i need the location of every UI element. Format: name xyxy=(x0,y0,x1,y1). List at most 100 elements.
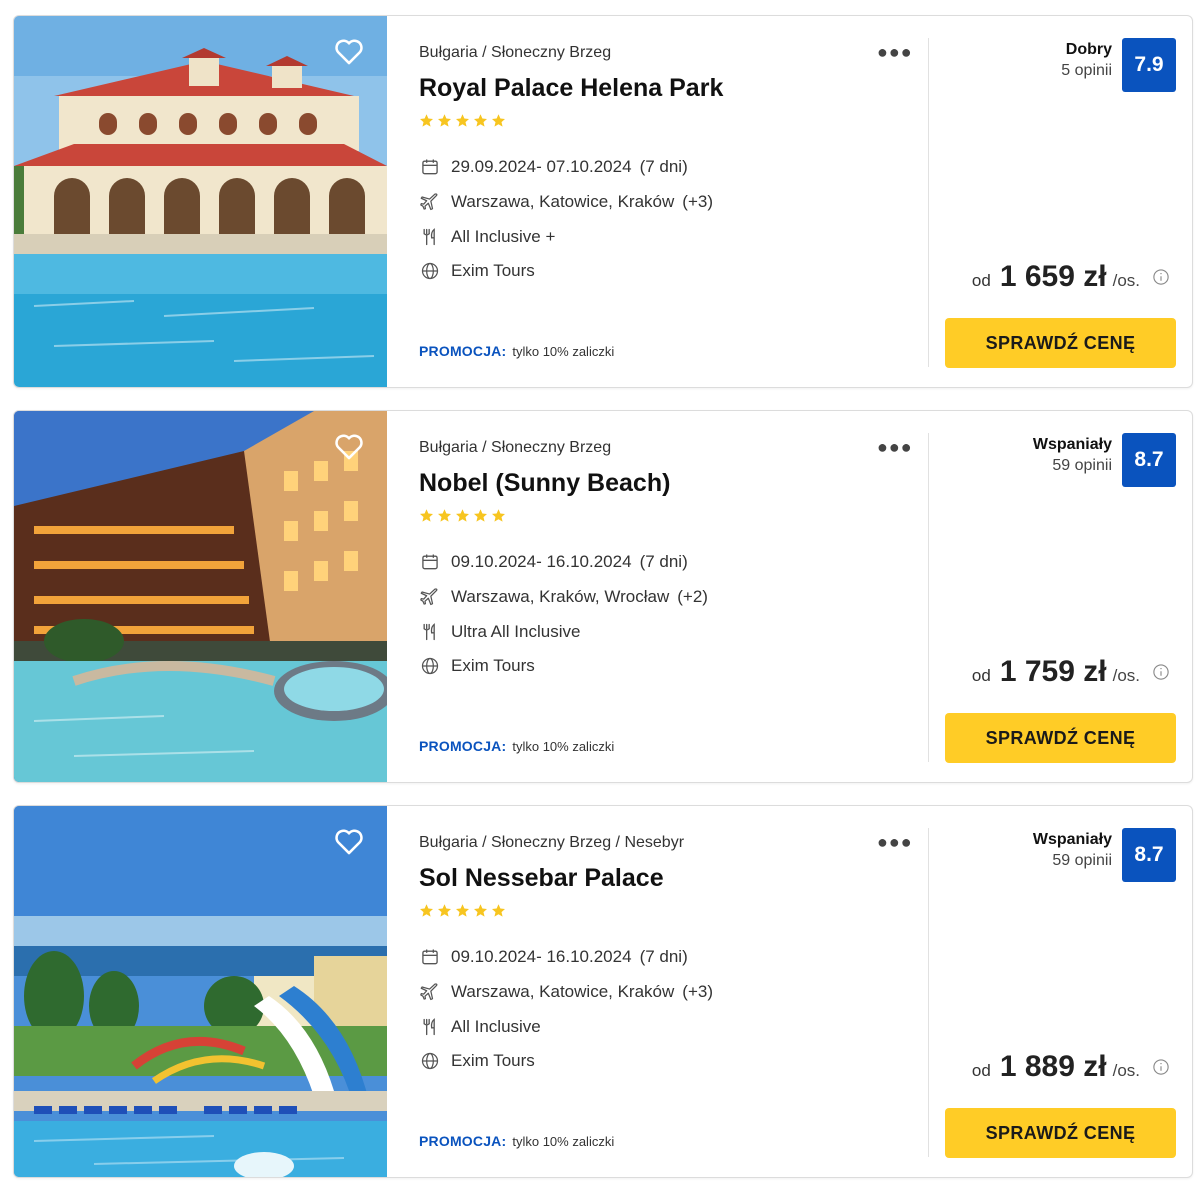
promo-text: tylko 10% zaliczki xyxy=(512,344,615,359)
more-dots-icon[interactable]: ●●● xyxy=(877,832,913,853)
star-icon xyxy=(474,509,487,522)
dates-text: 29.09.2024- 07.10.2024 xyxy=(451,157,632,177)
duration-text: (7 dni) xyxy=(639,157,688,177)
promo-text: tylko 10% zaliczki xyxy=(512,1134,615,1149)
board-row: All Inclusive xyxy=(419,1009,713,1044)
star-icon xyxy=(456,114,469,127)
star-rating xyxy=(419,903,506,918)
price-prefix: od xyxy=(971,271,991,290)
review-rating[interactable]: Wspaniały 59 opinii 8.7 xyxy=(1033,828,1176,882)
info-icon[interactable] xyxy=(1152,268,1170,286)
plane-icon xyxy=(419,586,441,608)
star-icon xyxy=(456,904,469,917)
hotel-photo[interactable] xyxy=(14,806,387,1177)
review-count[interactable]: 59 opinii xyxy=(1033,852,1112,870)
offer-info: Bułgaria / Słoneczny Brzeg ●●● Nobel (Su… xyxy=(419,411,919,782)
promo-label: PROMOCJA: xyxy=(419,1133,507,1149)
review-rating[interactable]: Dobry 5 opinii 7.9 xyxy=(1061,38,1176,92)
rating-word: Wspaniały xyxy=(1032,436,1112,453)
heart-icon[interactable] xyxy=(332,429,366,463)
check-price-button[interactable]: SPRAWDŹ CENĘ xyxy=(945,713,1176,763)
departures-row: Warszawa, Kraków, Wrocław (+2) xyxy=(419,580,708,615)
duration-text: (7 dni) xyxy=(639,947,688,967)
star-icon xyxy=(492,114,505,127)
globe-icon xyxy=(419,260,441,282)
more-dots-icon[interactable]: ●●● xyxy=(877,437,913,458)
cutlery-icon xyxy=(419,1016,441,1038)
operator-text: Exim Tours xyxy=(451,656,535,676)
departures-text: Warszawa, Katowice, Kraków xyxy=(451,982,675,1002)
star-icon xyxy=(438,114,451,127)
board-text: Ultra All Inclusive xyxy=(451,621,581,641)
dates-row: 09.10.2024- 16.10.2024 (7 dni) xyxy=(419,545,708,580)
divider xyxy=(928,38,929,367)
rating-score-badge: 7.9 xyxy=(1122,38,1176,92)
board-row: Ultra All Inclusive xyxy=(419,614,708,649)
calendar-icon xyxy=(419,551,441,573)
offer-info: Bułgaria / Słoneczny Brzeg ●●● Royal Pal… xyxy=(419,16,919,387)
plane-icon xyxy=(419,191,441,213)
info-icon[interactable] xyxy=(1152,1058,1170,1076)
price-prefix: od xyxy=(971,666,991,685)
heart-icon[interactable] xyxy=(332,824,366,858)
offer-card[interactable]: Bułgaria / Słoneczny Brzeg ●●● Royal Pal… xyxy=(13,15,1193,388)
calendar-icon xyxy=(419,946,441,968)
info-icon[interactable] xyxy=(1152,663,1170,681)
promo-label: PROMOCJA: xyxy=(419,738,507,754)
location-breadcrumb[interactable]: Bułgaria / Słoneczny Brzeg / Nesebyr xyxy=(419,834,684,852)
location-breadcrumb[interactable]: Bułgaria / Słoneczny Brzeg xyxy=(419,44,611,62)
hotel-name[interactable]: Sol Nessebar Palace xyxy=(419,864,664,893)
review-count[interactable]: 59 opinii xyxy=(1033,457,1112,475)
promo-note: PROMOCJA: tylko 10% zaliczki xyxy=(419,1133,614,1149)
rating-word: Wspaniały xyxy=(1032,831,1112,848)
hotel-photo[interactable] xyxy=(14,411,387,782)
star-icon xyxy=(438,509,451,522)
departures-more[interactable]: (+3) xyxy=(682,982,713,1002)
cutlery-icon xyxy=(419,621,441,643)
star-icon xyxy=(474,904,487,917)
star-rating xyxy=(419,113,506,128)
price-amount: 1 659 zł xyxy=(999,260,1107,293)
star-icon xyxy=(492,904,505,917)
review-rating[interactable]: Wspaniały 59 opinii 8.7 xyxy=(1033,433,1176,487)
offer-card[interactable]: Bułgaria / Słoneczny Brzeg ●●● Nobel (Su… xyxy=(13,410,1193,783)
hotel-photo[interactable] xyxy=(14,16,387,387)
offer-card[interactable]: Bułgaria / Słoneczny Brzeg / Nesebyr ●●●… xyxy=(13,805,1193,1178)
star-icon xyxy=(438,904,451,917)
hotel-name[interactable]: Royal Palace Helena Park xyxy=(419,74,723,103)
price: od 1 659 zł /os. xyxy=(972,260,1170,294)
divider xyxy=(928,828,929,1157)
departures-more[interactable]: (+2) xyxy=(677,587,708,607)
board-text: All Inclusive xyxy=(451,1016,541,1036)
promo-note: PROMOCJA: tylko 10% zaliczki xyxy=(419,343,614,359)
promo-note: PROMOCJA: tylko 10% zaliczki xyxy=(419,738,614,754)
plane-icon xyxy=(419,981,441,1003)
star-rating xyxy=(419,508,506,523)
price-suffix: /os. xyxy=(1112,666,1140,685)
cutlery-icon xyxy=(419,226,441,248)
star-icon xyxy=(492,509,505,522)
departures-more[interactable]: (+3) xyxy=(682,192,713,212)
departures-row: Warszawa, Katowice, Kraków (+3) xyxy=(419,185,713,220)
more-dots-icon[interactable]: ●●● xyxy=(877,42,913,63)
divider xyxy=(928,433,929,762)
dates-row: 09.10.2024- 16.10.2024 (7 dni) xyxy=(419,940,713,975)
offer-info: Bułgaria / Słoneczny Brzeg / Nesebyr ●●●… xyxy=(419,806,919,1177)
dates-text: 09.10.2024- 16.10.2024 xyxy=(451,947,632,967)
rating-score-badge: 8.7 xyxy=(1122,433,1176,487)
review-count[interactable]: 5 opinii xyxy=(1061,62,1112,80)
price-suffix: /os. xyxy=(1112,1061,1140,1080)
check-price-button[interactable]: SPRAWDŹ CENĘ xyxy=(945,1108,1176,1158)
star-icon xyxy=(420,904,433,917)
heart-icon[interactable] xyxy=(332,34,366,68)
dates-row: 29.09.2024- 07.10.2024 (7 dni) xyxy=(419,150,713,185)
star-icon xyxy=(456,509,469,522)
check-price-button[interactable]: SPRAWDŹ CENĘ xyxy=(945,318,1176,368)
operator-row: Exim Tours xyxy=(419,649,708,684)
operator-row: Exim Tours xyxy=(419,254,713,289)
departures-row: Warszawa, Katowice, Kraków (+3) xyxy=(419,975,713,1010)
rating-score-badge: 8.7 xyxy=(1122,828,1176,882)
location-breadcrumb[interactable]: Bułgaria / Słoneczny Brzeg xyxy=(419,439,611,457)
globe-icon xyxy=(419,655,441,677)
hotel-name[interactable]: Nobel (Sunny Beach) xyxy=(419,469,670,498)
